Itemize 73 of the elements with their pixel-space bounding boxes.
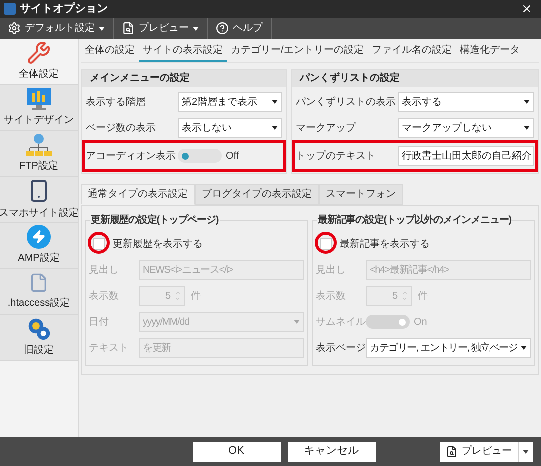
toggle-state-label: On [414, 316, 428, 330]
tab[interactable]: 通常タイプの表示設定 [81, 184, 195, 205]
network-icon [25, 133, 53, 157]
sidebar-item[interactable]: FTP設定 [0, 131, 78, 177]
sidebar-item[interactable]: サイトデザイン [0, 85, 78, 131]
toolbar-button[interactable]: デフォルト設定 [0, 18, 113, 39]
text-field[interactable]: 行政書士山田太郎の自己紹介 [398, 146, 534, 166]
toolbar-button[interactable]: プレビュー [114, 18, 207, 39]
gears-icon [27, 317, 51, 341]
checkbox[interactable] [93, 238, 105, 250]
sidebar-item[interactable]: .htaccess設定 [0, 269, 78, 315]
caret-icon [524, 126, 530, 130]
field-label: テキスト [89, 342, 130, 356]
sidebar-item[interactable]: スマホサイト設定 [0, 177, 78, 223]
group-title: 更新履歴の設定(トップページ) [90, 213, 220, 228]
window-title: サイトオプション [20, 2, 108, 17]
document-search-icon [122, 22, 135, 35]
panel-header: メインメニューの設定 [82, 70, 286, 87]
group-title: 最新記事の設定(トップ以外のメインメニュー) [317, 213, 512, 228]
unit-label: 件 [191, 290, 201, 304]
panel-header: パンくずリストの設定 [292, 70, 538, 87]
field-label: 表示ページ [316, 342, 366, 356]
tab[interactable]: スマートフォン [319, 184, 403, 205]
unit-label: 件 [418, 290, 428, 304]
tab[interactable]: 全体の設定 [81, 40, 139, 62]
field-label: トップのテキスト [296, 150, 377, 164]
field-label: マークアップ [296, 122, 358, 136]
field-label: アコーディオン表示 [86, 150, 177, 164]
dropdown[interactable]: 表示する [398, 92, 534, 112]
dropdown[interactable]: 表示しない [178, 118, 282, 138]
checkbox[interactable] [320, 238, 332, 250]
tab[interactable]: ファイル名の設定 [368, 40, 456, 62]
caret-icon [272, 100, 278, 104]
tab[interactable]: カテゴリー/エントリーの設定 [227, 40, 368, 62]
sidebar-item[interactable]: 全体設定 [0, 39, 78, 85]
field-label: パンくずリストの表示 [296, 96, 397, 110]
caret-icon [524, 100, 530, 104]
sidebar-item[interactable]: AMP設定 [0, 223, 78, 269]
document-search-icon [446, 446, 458, 458]
caret-icon [523, 450, 529, 454]
dropdown[interactable]: マークアップしない [398, 118, 534, 138]
field-label: 日付 [89, 316, 110, 330]
field-label: サムネイル [316, 316, 366, 330]
caret-icon [294, 320, 300, 324]
checkbox-label: 更新履歴を表示する [113, 238, 203, 252]
toolbar-button[interactable]: ヘルプ [208, 18, 271, 39]
field-label: 表示数 [316, 290, 347, 304]
dropdown[interactable]: カテゴリー, エントリー, 独立ページ [366, 338, 531, 358]
help-icon [216, 22, 229, 35]
app-icon [4, 3, 16, 15]
tab[interactable]: 構造化データ [456, 40, 524, 62]
field-label: 表示する階層 [86, 96, 147, 110]
wrench-icon [27, 41, 51, 65]
toggle-state-label: Off [226, 150, 240, 164]
dialog-button[interactable]: キャンセル [288, 442, 376, 462]
tab[interactable]: サイトの表示設定 [139, 40, 227, 62]
field-label: 見出し [89, 264, 120, 278]
sidebar-item[interactable]: 旧設定 [0, 315, 78, 361]
dropdown[interactable]: 第2階層まで表示 [178, 92, 282, 112]
dialog-button[interactable]: OK [192, 442, 280, 462]
caret-icon [521, 346, 527, 350]
caret-icon [272, 126, 278, 130]
field-label: 表示数 [89, 290, 120, 304]
monitor-icon [26, 87, 52, 111]
field-label: ページ数の表示 [86, 122, 157, 136]
checkbox-label: 最新記事を表示する [340, 238, 430, 252]
settings-icon [8, 22, 21, 35]
file-icon [29, 272, 49, 294]
toggle-switch[interactable] [178, 149, 222, 163]
lightning-icon [27, 225, 51, 249]
field-label: 見出し [316, 264, 347, 278]
close-icon[interactable] [521, 3, 533, 15]
tab[interactable]: ブログタイプの表示設定 [195, 184, 319, 205]
